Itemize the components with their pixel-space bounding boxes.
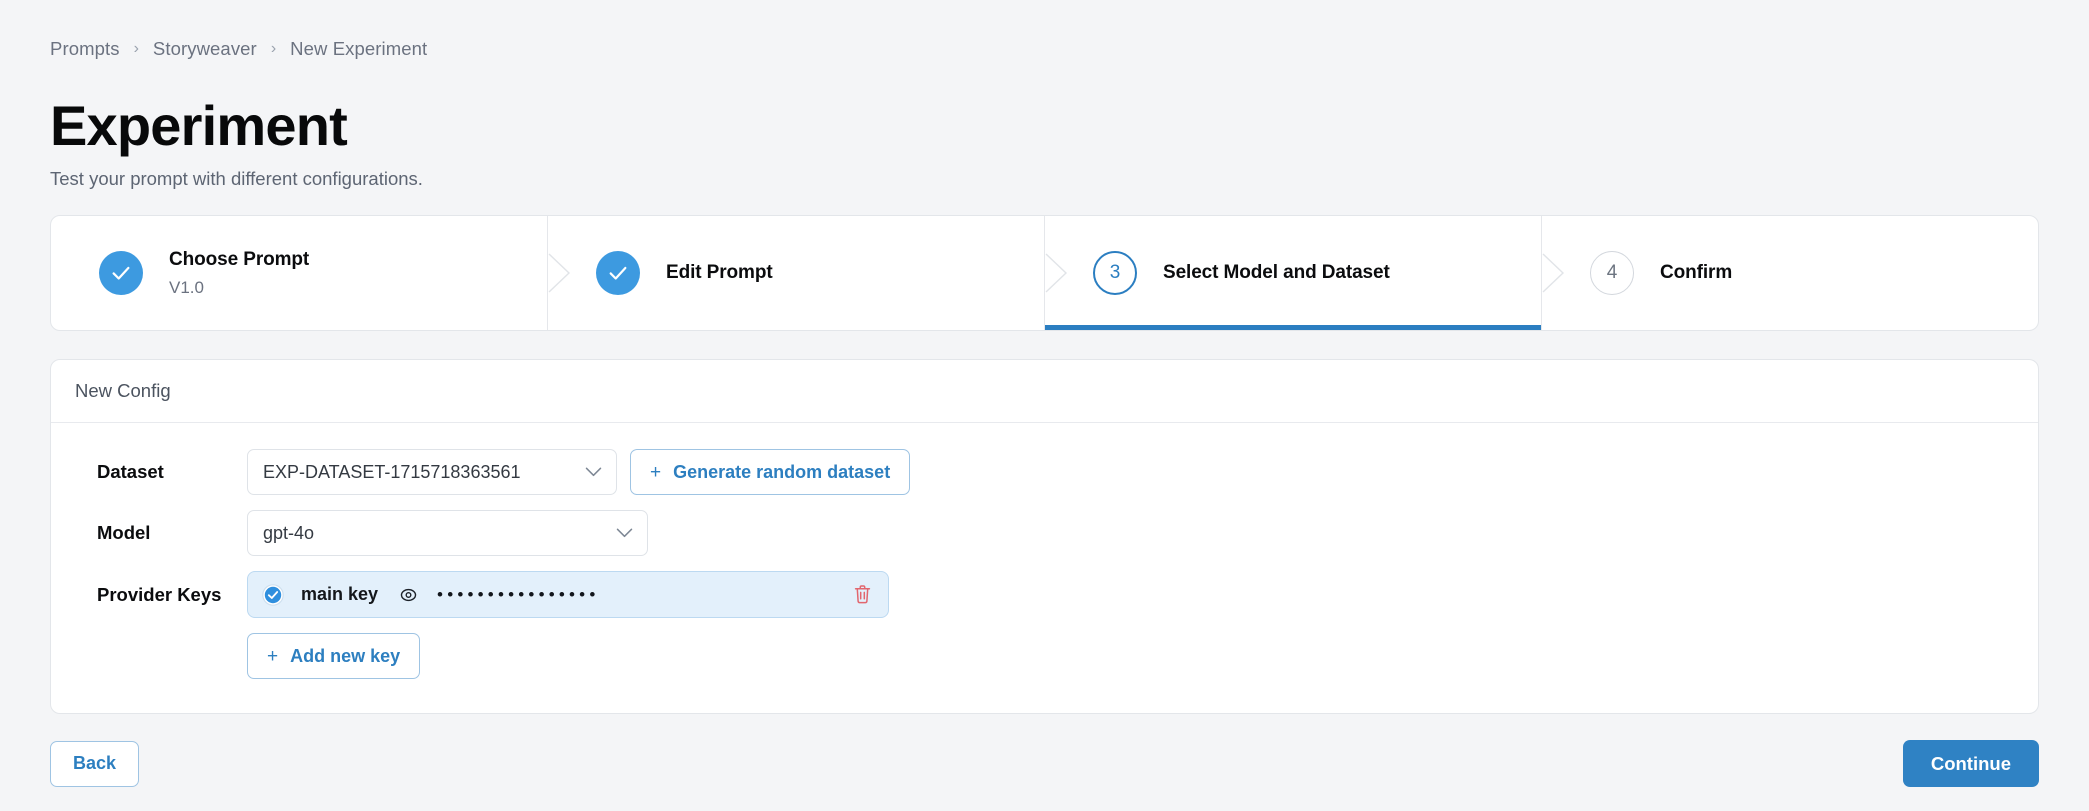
dataset-label: Dataset bbox=[97, 461, 164, 483]
config-card: New Config Dataset EXP-DATASET-171571836… bbox=[50, 359, 2039, 715]
page-subtitle: Test your prompt with different configur… bbox=[50, 168, 423, 190]
chevron-right-icon bbox=[547, 250, 573, 296]
breadcrumb-separator-icon: › bbox=[270, 40, 277, 57]
step-3-number-badge: 3 bbox=[1093, 251, 1137, 296]
chevron-down-icon bbox=[585, 462, 602, 483]
stepper: Choose Prompt V1.0 Edit Prompt 3 Select … bbox=[50, 215, 2039, 332]
model-select[interactable]: gpt-4o bbox=[247, 510, 648, 557]
eye-icon[interactable] bbox=[398, 587, 419, 603]
chevron-down-icon bbox=[616, 523, 633, 544]
page-title: Experiment bbox=[50, 94, 348, 157]
dataset-select[interactable]: EXP-DATASET-1715718363561 bbox=[247, 449, 617, 496]
generate-random-dataset-label: Generate random dataset bbox=[673, 461, 891, 482]
provider-key-masked-value: •••••••••••••••• bbox=[437, 585, 600, 605]
add-key-row: + Add new key bbox=[75, 633, 2014, 680]
breadcrumb: Prompts › Storyweaver › New Experiment bbox=[50, 0, 2039, 60]
provider-keys-row: Provider Keys main key •••••••••••••••• bbox=[75, 571, 2014, 619]
step-edit-prompt[interactable]: Edit Prompt bbox=[547, 216, 1044, 331]
step-2-label: Edit Prompt bbox=[666, 262, 773, 284]
step-3-number: 3 bbox=[1109, 262, 1121, 284]
provider-key-name: main key bbox=[301, 584, 379, 605]
continue-button[interactable]: Continue bbox=[1902, 740, 2039, 788]
step-confirm[interactable]: 4 Confirm bbox=[1541, 216, 2038, 331]
chevron-right-icon bbox=[1044, 250, 1070, 296]
back-button[interactable]: Back bbox=[50, 740, 140, 787]
config-card-body: Dataset EXP-DATASET-1715718363561 + Gene… bbox=[51, 423, 2038, 713]
step-4-number-badge: 4 bbox=[1590, 251, 1634, 296]
delete-key-icon[interactable] bbox=[853, 584, 872, 605]
step-1-label: Choose Prompt bbox=[169, 248, 310, 270]
provider-keys-label: Provider Keys bbox=[97, 583, 222, 605]
add-new-key-button[interactable]: + Add new key bbox=[247, 633, 421, 680]
step-3-active-indicator bbox=[1045, 325, 1541, 331]
model-row: Model gpt-4o bbox=[75, 510, 2014, 557]
add-new-key-label: Add new key bbox=[290, 645, 401, 666]
config-card-header: New Config bbox=[51, 360, 2038, 424]
provider-key-item[interactable]: main key •••••••••••••••• bbox=[247, 571, 889, 619]
add-key-spacer bbox=[75, 633, 247, 679]
wizard-footer: Back Continue bbox=[50, 740, 2039, 788]
breadcrumb-item-storyweaver[interactable]: Storyweaver bbox=[153, 38, 257, 60]
generate-random-dataset-button[interactable]: + Generate random dataset bbox=[630, 449, 911, 496]
config-card-title: New Config bbox=[75, 380, 171, 402]
breadcrumb-item-new-experiment[interactable]: New Experiment bbox=[290, 38, 427, 60]
step-4-number: 4 bbox=[1606, 262, 1618, 284]
breadcrumb-separator-icon: › bbox=[133, 40, 139, 57]
breadcrumb-item-prompts[interactable]: Prompts bbox=[50, 38, 120, 60]
step-1-version: V1.0 bbox=[169, 277, 204, 297]
model-label: Model bbox=[97, 522, 151, 544]
plus-icon: + bbox=[650, 461, 662, 483]
step-1-status-badge bbox=[99, 251, 143, 296]
experiment-page: Prompts › Storyweaver › New Experiment E… bbox=[0, 0, 2089, 811]
step-2-status-badge bbox=[596, 251, 640, 296]
step-3-label: Select Model and Dataset bbox=[1163, 262, 1390, 284]
dataset-select-value: EXP-DATASET-1715718363561 bbox=[263, 461, 521, 482]
chevron-right-icon bbox=[1541, 250, 1567, 296]
step-select-model-and-dataset[interactable]: 3 Select Model and Dataset bbox=[1044, 216, 1541, 331]
key-selected-check-icon[interactable] bbox=[262, 583, 284, 606]
step-choose-prompt[interactable]: Choose Prompt V1.0 bbox=[51, 216, 547, 330]
step-4-label: Confirm bbox=[1660, 262, 1733, 284]
dataset-row: Dataset EXP-DATASET-1715718363561 + Gene… bbox=[75, 449, 2014, 496]
plus-icon: + bbox=[267, 645, 279, 667]
model-select-value: gpt-4o bbox=[263, 522, 315, 543]
